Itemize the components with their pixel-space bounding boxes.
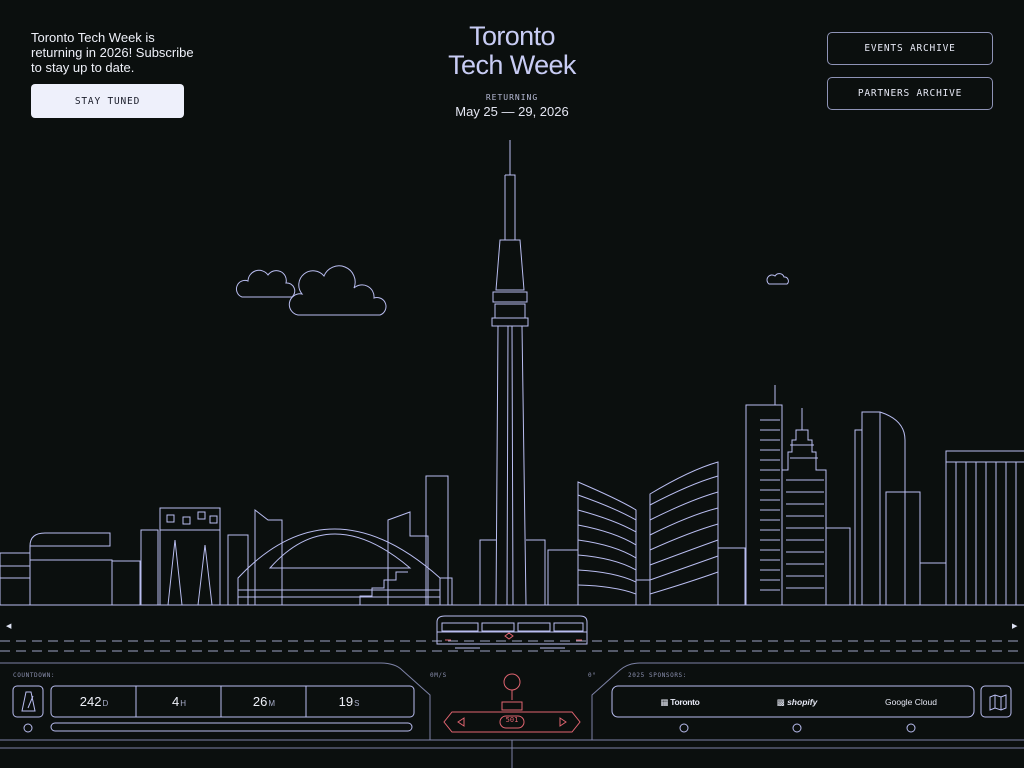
metronome-icon [21, 691, 36, 712]
angle-label: 0° [588, 672, 597, 679]
sponsor-google-cloud-label: Google Cloud [885, 697, 937, 707]
partners-archive-button[interactable]: PARTNERS ARCHIVE [827, 77, 993, 110]
countdown-progress-track [50, 722, 413, 732]
countdown-label: COUNTDOWN: [13, 672, 56, 679]
intro-text: Toronto Tech Week is returning in 2026! … [31, 30, 194, 75]
countdown-minutes: 26M [222, 687, 306, 717]
event-dates: May 25 — 29, 2026 [455, 104, 569, 119]
sponsor-google-cloud[interactable]: Google Cloud [866, 694, 956, 710]
sponsor-shopify[interactable]: ▩ shopify [757, 694, 837, 710]
intro-section: Toronto Tech Week is returning in 2026! … [31, 30, 201, 75]
tram-number: 501 [505, 716, 519, 724]
cloud-small [235, 269, 296, 298]
sponsor-shopify-label: shopify [787, 697, 818, 707]
countdown-seconds-value: 19 [338, 694, 354, 709]
countdown-hours-unit: H [180, 699, 186, 708]
countdown-days-unit: D [102, 699, 109, 708]
arrow-right-icon[interactable]: ▶ [1012, 622, 1017, 630]
returning-label: RETURNING [485, 93, 539, 102]
events-archive-button[interactable]: EVENTS ARCHIVE [827, 32, 993, 65]
countdown-hours-value: 4 [171, 694, 180, 709]
sponsor-toronto[interactable]: ▦ Toronto [640, 694, 720, 710]
countdown-minutes-value: 26 [252, 694, 268, 709]
rogers-centre [237, 528, 441, 605]
countdown-seconds-unit: S [354, 699, 360, 708]
speed-label: 0M/S [430, 672, 447, 679]
map-icon [989, 694, 1007, 711]
sponsor-toronto-icon: ▦ [660, 697, 669, 707]
cn-tower [495, 140, 525, 291]
countdown-minutes-unit: M [268, 699, 276, 708]
brand-title-line1: Toronto [469, 21, 555, 51]
countdown-seconds: 19S [307, 687, 391, 717]
streetcar [436, 615, 588, 649]
sponsors-label: 2025 SPONSORS: [628, 672, 687, 679]
countdown-days-value: 242 [79, 694, 102, 709]
city-hall-left [577, 481, 637, 605]
countdown-days: 242D [52, 687, 136, 717]
brand-title-line2: Tech Week [448, 50, 576, 80]
brand-title[interactable]: Toronto Tech Week [412, 22, 612, 80]
sponsor-toronto-label: Toronto [670, 697, 700, 707]
page: ◀ ▶ Toronto Tech Week is returning in 20… [0, 0, 1024, 768]
stay-tuned-button[interactable]: STAY TUNED [31, 84, 184, 118]
cloud-large [288, 265, 387, 316]
arrow-left-icon[interactable]: ◀ [6, 622, 11, 630]
cloud-tiny [766, 273, 789, 285]
shopify-bag-icon: ▩ [776, 697, 785, 707]
brand: Toronto Tech Week RETURNING May 25 — 29,… [412, 22, 612, 120]
countdown-hours: 4H [137, 687, 221, 717]
